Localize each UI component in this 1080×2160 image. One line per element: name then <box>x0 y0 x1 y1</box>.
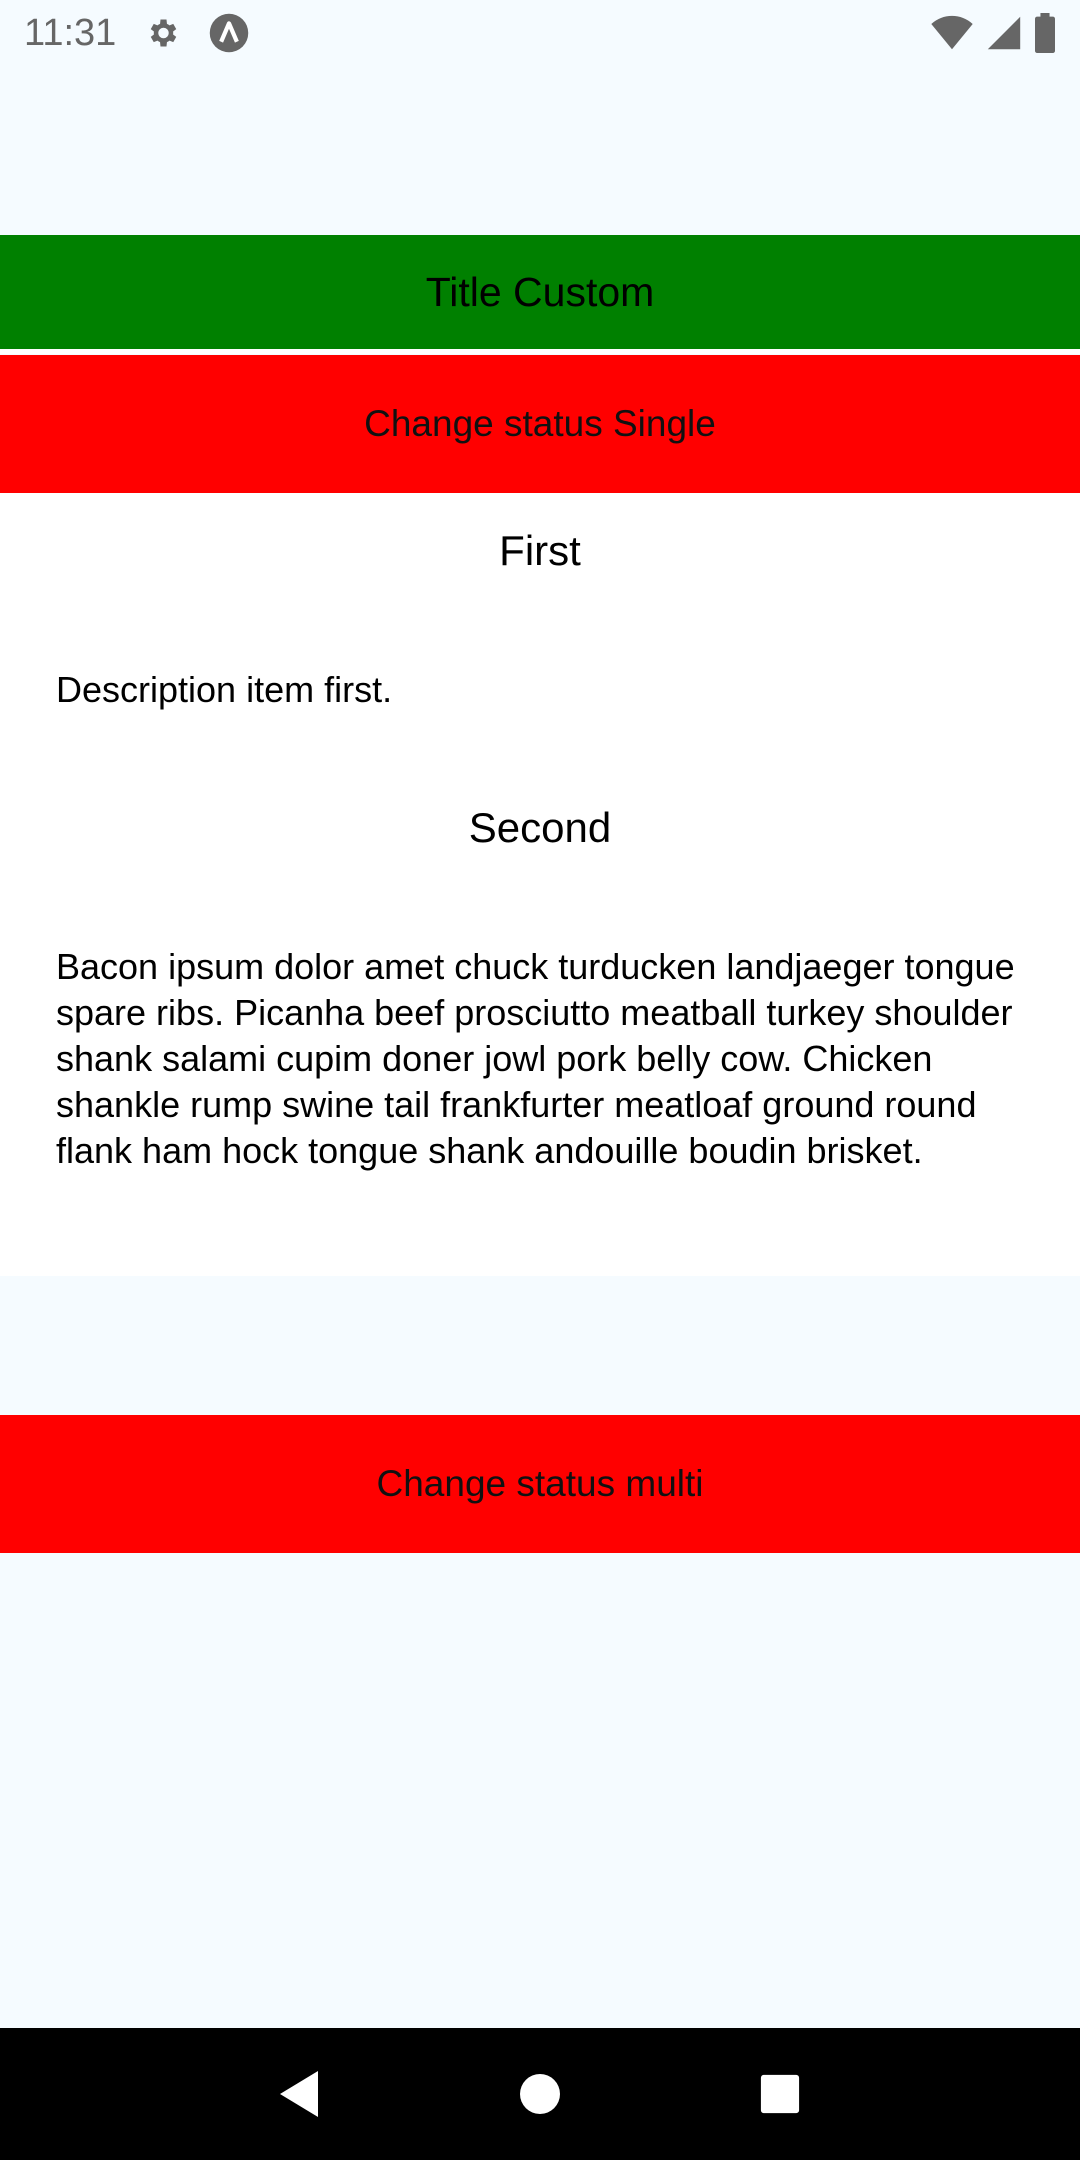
status-right <box>930 13 1056 53</box>
page-title: Title Custom <box>425 268 655 315</box>
status-time: 11:31 <box>24 11 117 54</box>
change-status-single-label: Change status Single <box>364 403 716 444</box>
back-icon[interactable] <box>260 2054 340 2134</box>
accordion-body-second: Bacon ipsum dolor amet chuck turducken l… <box>56 946 1015 1171</box>
accordion: First Description item first. Second Bac… <box>0 493 1080 1276</box>
change-status-multi-label: Change status multi <box>376 1463 704 1504</box>
accordion-header-first[interactable]: First <box>0 527 1080 575</box>
status-bar: 11:31 <box>0 0 1080 66</box>
recents-icon[interactable] <box>740 2054 820 2134</box>
screen: 11:31 Title Custom Change status Single … <box>0 0 1080 2160</box>
home-icon[interactable] <box>500 2054 580 2134</box>
navigation-bar <box>0 2028 1080 2160</box>
a-badge-icon <box>208 12 250 54</box>
change-status-multi-button[interactable]: Change status multi <box>0 1415 1080 1553</box>
accordion-header-second[interactable]: Second <box>0 804 1080 852</box>
gear-icon <box>144 15 180 51</box>
status-left: 11:31 <box>24 12 250 55</box>
change-status-single-button[interactable]: Change status Single <box>0 355 1080 493</box>
wifi-icon <box>930 15 974 51</box>
title-divider <box>0 349 1080 354</box>
title-bar: Title Custom <box>0 235 1080 349</box>
cell-signal-icon <box>986 15 1022 51</box>
accordion-body-first: Description item first. <box>56 669 393 710</box>
battery-icon <box>1034 13 1056 53</box>
